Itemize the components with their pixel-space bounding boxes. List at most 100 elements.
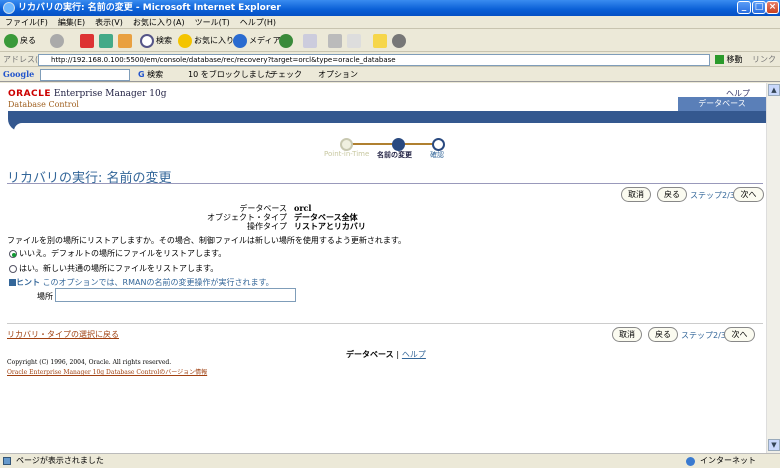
header-band-inner — [14, 123, 766, 131]
next-button-bottom[interactable]: 次へ — [724, 327, 755, 342]
step-indicator-top: ステップ2/3 — [690, 191, 735, 200]
menu-tools[interactable]: ツール(T) — [190, 16, 235, 29]
cancel-button-bottom[interactable]: 取消 — [612, 327, 642, 342]
back-button-top[interactable]: 戻る — [657, 187, 687, 202]
tab-database[interactable]: データベース — [678, 97, 766, 111]
refresh-button[interactable] — [99, 33, 115, 49]
messenger-button[interactable] — [392, 33, 408, 49]
links-button[interactable]: リンク — [752, 54, 776, 65]
radio-button-selected[interactable] — [9, 249, 17, 258]
forward-button[interactable] — [50, 33, 66, 49]
history-button[interactable] — [279, 33, 295, 49]
history-icon — [279, 33, 293, 48]
menu-view[interactable]: 表示(V) — [90, 16, 128, 29]
stop-icon — [80, 33, 94, 48]
maximize-button[interactable]: □ — [752, 1, 766, 14]
train-label-confirm: 確認 — [430, 151, 444, 159]
edit-button[interactable] — [347, 33, 363, 49]
stop-button[interactable] — [80, 33, 96, 49]
location-label: 場所 — [37, 292, 53, 301]
status-bar: ページが表示されました インターネット — [0, 453, 780, 468]
print-icon — [328, 33, 342, 48]
info-label: 操作タイプ — [247, 222, 287, 231]
google-toolbar: Google G 検索 10 をブロックしました チェック オプション — [0, 68, 780, 82]
spell-check-button[interactable]: チェック — [270, 69, 302, 80]
train-label-rename: 名前の変更 — [377, 151, 412, 159]
hint-text: ヒント このオプションでは、RMANの名前の変更操作が実行されます。 — [9, 277, 274, 288]
back-button[interactable]: 戻る — [4, 33, 36, 49]
scroll-up-arrow-icon[interactable]: ▲ — [768, 84, 780, 96]
edit-icon — [347, 33, 361, 48]
status-text: ページが表示されました — [16, 456, 104, 465]
google-logo[interactable]: Google — [3, 69, 34, 79]
mail-button[interactable] — [303, 33, 319, 49]
back-arrow-icon — [4, 33, 18, 48]
zone-text: インターネット — [700, 456, 756, 465]
menu-file[interactable]: ファイル(F) — [0, 16, 53, 29]
info-value: リストアとリカバリ — [294, 222, 366, 231]
forward-arrow-icon — [50, 33, 64, 48]
popup-blocker-button[interactable]: 10 をブロックしました — [188, 69, 273, 80]
address-input[interactable]: http://192.168.0.100:5500/em/console/dat… — [38, 54, 710, 66]
page-content: ORACLE Enterprise Manager 10g Database C… — [0, 83, 766, 453]
google-options-button[interactable]: オプション — [318, 69, 358, 80]
menu-bar: ファイル(F) 編集(E) 表示(V) お気に入り(A) ツール(T) ヘルプ(H) — [0, 16, 780, 29]
location-input[interactable] — [55, 288, 296, 302]
home-button[interactable] — [118, 33, 134, 49]
train-connector — [350, 143, 395, 145]
product-subtitle: Database Control — [8, 100, 79, 109]
scroll-down-arrow-icon[interactable]: ▼ — [768, 439, 780, 451]
info-row: 操作タイプ リストアとリカバリ — [0, 221, 366, 231]
media-button[interactable]: メディア — [233, 33, 280, 49]
back-button-bottom[interactable]: 戻る — [648, 327, 678, 342]
print-button[interactable] — [328, 33, 344, 49]
close-button[interactable]: × — [766, 1, 779, 14]
vertical-scrollbar[interactable]: ▲ ▼ — [766, 83, 780, 453]
minimize-button[interactable]: _ — [737, 1, 751, 14]
version-info-link[interactable]: Oracle Enterprise Manager 10g Database C… — [7, 367, 207, 376]
refresh-icon — [99, 33, 113, 48]
menu-favorites[interactable]: お気に入り(A) — [128, 16, 190, 29]
google-search-input[interactable] — [40, 69, 130, 81]
next-button-top[interactable]: 次へ — [733, 187, 764, 202]
copyright-text: Copyright (C) 1996, 2004, Oracle. All ri… — [7, 359, 172, 366]
footer-database-link[interactable]: データベース — [346, 350, 394, 359]
step-indicator-bottom: ステップ2/3 — [681, 331, 726, 340]
address-bar: アドレス(D) http://192.168.0.100:5500/em/con… — [0, 53, 780, 67]
media-icon — [233, 33, 247, 48]
search-icon — [140, 33, 154, 48]
bottom-divider — [7, 323, 763, 324]
standard-toolbar: 戻る 検索 お気に入り メディア — [0, 30, 780, 52]
home-icon — [118, 33, 132, 48]
oracle-logo: ORACLE Enterprise Manager 10g — [8, 89, 167, 99]
footer-nav: データベース | ヘルプ — [346, 349, 426, 360]
window-titlebar: リカバリの実行: 名前の変更 - Microsoft Internet Expl… — [0, 0, 780, 16]
google-g-icon: G — [138, 70, 145, 79]
page-icon — [3, 457, 11, 465]
footer-help-link[interactable]: ヘルプ — [402, 350, 426, 359]
google-search-button[interactable]: G 検索 — [138, 69, 163, 80]
folder-icon — [373, 33, 387, 48]
discuss-button[interactable] — [373, 33, 389, 49]
train-label-pit: Point-in-Time — [324, 150, 370, 158]
ie-icon — [3, 2, 15, 14]
star-icon — [178, 33, 192, 48]
messenger-icon — [392, 33, 406, 48]
radio-button[interactable] — [9, 264, 17, 273]
radio-option-no[interactable]: いいえ。デフォルトの場所にファイルをリストアします。 — [9, 248, 226, 259]
go-arrow-icon — [715, 55, 724, 64]
window-title: リカバリの実行: 名前の変更 - Microsoft Internet Expl… — [18, 3, 281, 13]
search-button[interactable]: 検索 — [140, 33, 172, 49]
go-button[interactable]: 移動 — [715, 54, 743, 65]
cancel-button-top[interactable]: 取消 — [621, 187, 651, 202]
restore-question: ファイルを別の場所にリストアしますか。その場合、制御ファイルは新しい場所を使用す… — [7, 236, 407, 245]
favorites-button[interactable]: お気に入り — [178, 33, 234, 49]
radio-option-yes[interactable]: はい。新しい共通の場所にファイルをリストアします。 — [9, 263, 218, 274]
menu-help[interactable]: ヘルプ(H) — [235, 16, 281, 29]
mail-icon — [303, 33, 317, 48]
back-to-recovery-type-link[interactable]: リカバリ・タイプの選択に戻る — [7, 329, 119, 340]
check-icon — [9, 279, 16, 286]
internet-zone-icon — [686, 457, 695, 466]
menu-edit[interactable]: 編集(E) — [53, 16, 90, 29]
title-divider — [7, 183, 763, 184]
